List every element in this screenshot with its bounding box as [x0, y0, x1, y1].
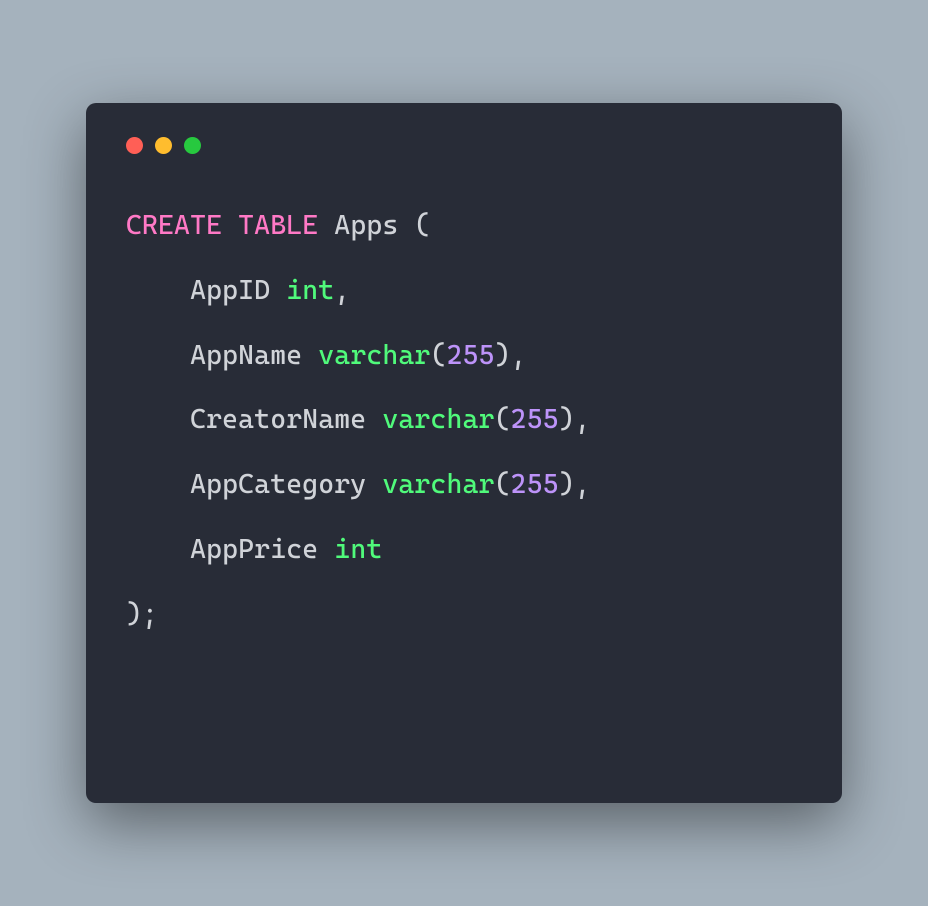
close-dot-icon[interactable] [126, 137, 143, 154]
col4-size: 255 [511, 469, 559, 500]
comma: , [575, 469, 591, 500]
col5-type: int [334, 534, 382, 565]
col3-type: varchar [382, 404, 494, 435]
code-window: CREATE TABLE Apps ( AppID int, AppName v… [86, 103, 842, 803]
paren-open: ( [495, 404, 511, 435]
col2-name: AppName [190, 340, 302, 371]
paren-open: ( [414, 210, 430, 241]
minimize-dot-icon[interactable] [155, 137, 172, 154]
keyword-table: TABLE [238, 210, 318, 241]
paren-close: ) [559, 469, 575, 500]
paren-close: ) [559, 404, 575, 435]
paren-open: ( [430, 340, 446, 371]
col2-size: 255 [446, 340, 494, 371]
indent [126, 534, 190, 565]
keyword-create: CREATE [126, 210, 222, 241]
col3-name: CreatorName [190, 404, 366, 435]
paren-close: ) [495, 340, 511, 371]
col4-name: AppCategory [190, 469, 366, 500]
col1-name: AppID [190, 275, 270, 306]
window-titlebar [126, 131, 802, 154]
col1-type: int [286, 275, 334, 306]
paren-open: ( [495, 469, 511, 500]
col4-type: varchar [382, 469, 494, 500]
col5-name: AppPrice [190, 534, 318, 565]
col2-type: varchar [318, 340, 430, 371]
indent [126, 404, 190, 435]
comma: , [511, 340, 527, 371]
table-name: Apps [334, 210, 398, 241]
indent [126, 469, 190, 500]
comma: , [334, 275, 350, 306]
indent [126, 340, 190, 371]
close-paren-semicolon: ); [126, 599, 158, 630]
indent [126, 275, 190, 306]
code-block: CREATE TABLE Apps ( AppID int, AppName v… [126, 194, 802, 648]
col3-size: 255 [511, 404, 559, 435]
comma: , [575, 404, 591, 435]
maximize-dot-icon[interactable] [184, 137, 201, 154]
